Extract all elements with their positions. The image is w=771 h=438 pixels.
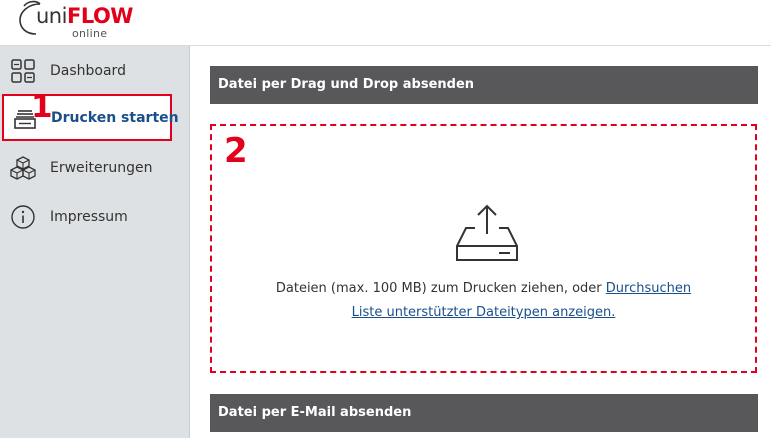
sidebar-item-dashboard[interactable]: Dashboard [0,47,189,95]
app-header: uniFLOW online [0,0,771,46]
sidebar: Dashboard Drucken starten 1 Erweiterunge… [0,46,190,438]
logo-subtitle: online [72,27,108,40]
uniflow-logo[interactable]: uniFLOW online [14,0,133,44]
sidebar-item-erweiterungen[interactable]: Erweiterungen [0,144,189,192]
dashboard-grid-icon [11,59,35,83]
filetypes-row: Liste unterstützter Dateitypen anzeigen. [212,304,755,322]
sidebar-item-label: Drucken starten [51,110,179,126]
sidebar-item-label: Impressum [50,209,128,225]
section-title-drag-drop: Datei per Drag und Drop absenden [210,66,758,104]
dropzone-instructions: Dateien (max. 100 MB) zum Drucken ziehen… [212,280,755,298]
upload-tray-icon [456,204,518,261]
cubes-icon [10,156,36,180]
logo-brand-flow: FLOW [66,4,134,28]
annotation-marker-2: 2 [224,131,248,171]
browse-link[interactable]: Durchsuchen [606,281,691,296]
sidebar-item-drucken-starten[interactable]: Drucken starten [2,94,179,141]
sidebar-item-label: Dashboard [50,63,126,79]
annotation-marker-1: 1 [31,89,53,125]
sidebar-item-impressum[interactable]: Impressum [0,193,189,241]
info-circle-icon [11,205,35,229]
file-dropzone[interactable]: 2 Dateien (max. 100 MB) zum Drucken zieh… [210,124,757,373]
sidebar-item-label: Erweiterungen [50,160,153,176]
logo-brand: uniFLOW [36,4,133,28]
supported-filetypes-link[interactable]: Liste unterstützter Dateitypen anzeigen. [352,305,616,320]
dropzone-text: Dateien (max. 100 MB) zum Drucken ziehen… [275,281,602,296]
logo-brand-uni: uni [36,4,67,28]
section-title-email: Datei per E-Mail absenden [210,394,758,432]
